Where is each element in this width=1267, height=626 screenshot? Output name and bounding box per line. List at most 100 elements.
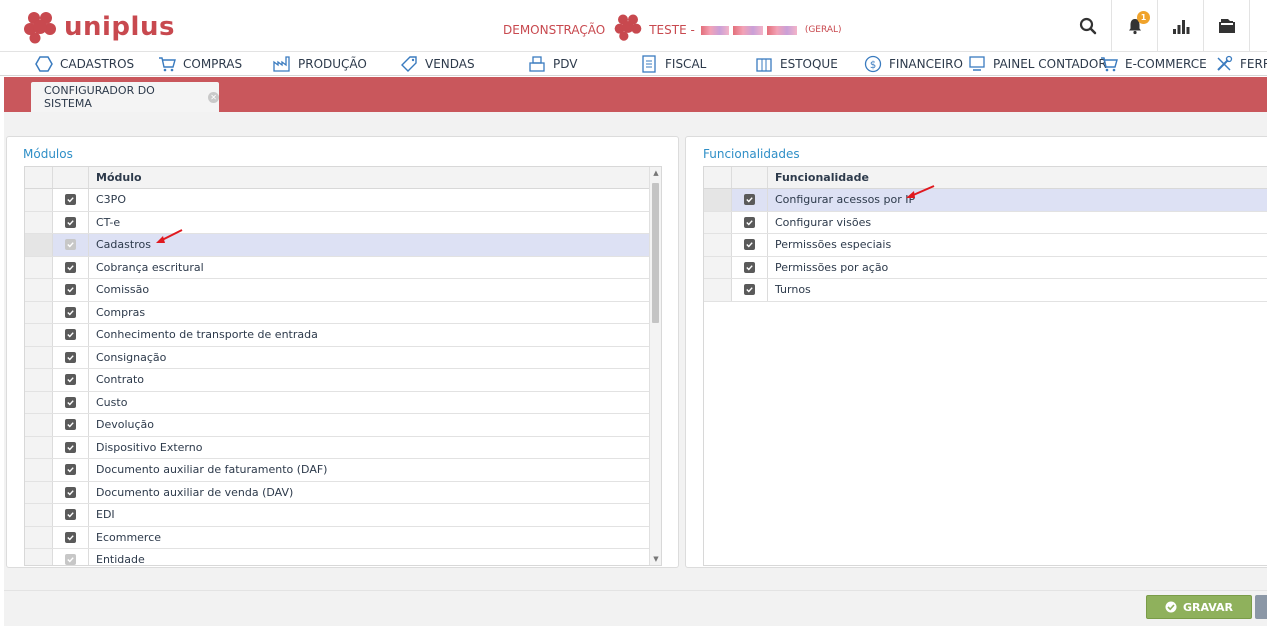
row-checkbox[interactable] [65, 261, 76, 273]
row-checkbox[interactable] [65, 509, 76, 521]
row-checkbox[interactable] [65, 239, 76, 251]
menu-item-compras[interactable]: COMPRAS [158, 52, 242, 76]
table-row[interactable]: Conhecimento de transporte de entrada [25, 324, 651, 347]
row-header-cell[interactable] [25, 234, 53, 256]
table-row[interactable]: Cobrança escritural [25, 256, 651, 279]
row-header-cell[interactable] [704, 256, 732, 278]
row-checkbox[interactable] [65, 194, 76, 206]
menu-item-pdv[interactable]: PDV [528, 52, 577, 76]
table-row[interactable]: Permissões por ação [704, 256, 1267, 279]
table-row[interactable]: C3PO [25, 189, 651, 212]
row-checkbox[interactable] [744, 216, 755, 228]
checkbox-cell[interactable] [53, 279, 89, 301]
checkbox-cell[interactable] [53, 391, 89, 413]
reports-button[interactable] [1157, 0, 1203, 52]
row-checkbox[interactable] [65, 486, 76, 498]
menu-item-cadastros[interactable]: CADASTROS [35, 52, 134, 76]
table-row[interactable]: Compras [25, 301, 651, 324]
row-checkbox[interactable] [65, 531, 76, 543]
checkbox-cell[interactable] [53, 234, 89, 256]
row-header-cell[interactable] [25, 256, 53, 278]
row-checkbox[interactable] [65, 306, 76, 318]
secondary-button[interactable] [1255, 595, 1267, 619]
checkbox-cell[interactable] [53, 189, 89, 211]
row-checkbox[interactable] [65, 554, 76, 565]
checkbox-cell[interactable] [732, 256, 768, 278]
menu-item-producao[interactable]: PRODUÇÃO [273, 52, 367, 76]
table-row[interactable]: Documento auxiliar de venda (DAV) [25, 481, 651, 504]
row-checkbox[interactable] [65, 216, 76, 228]
environment-info[interactable]: DEMONSTRAÇÃO TESTE - (GERAL) [503, 14, 842, 42]
checkbox-cell[interactable] [53, 504, 89, 526]
row-header-cell[interactable] [704, 211, 732, 233]
table-row[interactable]: Documento auxiliar de faturamento (DAF) [25, 459, 651, 482]
menu-item-estoque[interactable]: ESTOQUE [755, 52, 838, 76]
table-row[interactable]: Consignação [25, 346, 651, 369]
menu-item-e-commerce[interactable]: E-COMMERCE [1100, 52, 1207, 76]
row-header-cell[interactable] [25, 481, 53, 503]
checkbox-cell[interactable] [53, 526, 89, 548]
row-checkbox[interactable] [744, 261, 755, 273]
row-checkbox[interactable] [744, 194, 755, 206]
scroll-up-icon[interactable]: ▲ [650, 167, 661, 179]
row-header-cell[interactable] [25, 391, 53, 413]
row-header-cell[interactable] [25, 369, 53, 391]
menu-item-vendas[interactable]: VENDAS [400, 52, 475, 76]
table-row[interactable]: Comissão [25, 279, 651, 302]
checkbox-cell[interactable] [53, 369, 89, 391]
checkbox-cell[interactable] [732, 211, 768, 233]
row-checkbox[interactable] [65, 284, 76, 296]
row-checkbox[interactable] [744, 239, 755, 251]
table-row[interactable]: Entidade [25, 549, 651, 565]
row-header-cell[interactable] [25, 346, 53, 368]
table-row[interactable]: Turnos [704, 279, 1267, 302]
scroll-down-icon[interactable]: ▼ [650, 553, 661, 565]
table-row[interactable]: Custo [25, 391, 651, 414]
row-header-cell[interactable] [25, 526, 53, 548]
table-row[interactable]: CT-e [25, 211, 651, 234]
scroll-thumb[interactable] [652, 183, 659, 323]
column-header-modulo[interactable]: Módulo [89, 167, 651, 188]
row-checkbox[interactable] [65, 396, 76, 408]
table-row[interactable]: Cadastros [25, 234, 651, 257]
close-icon[interactable]: ✕ [208, 91, 219, 103]
row-header-cell[interactable] [25, 414, 53, 436]
row-header-cell[interactable] [704, 234, 732, 256]
checkbox-cell[interactable] [732, 189, 768, 211]
logo[interactable]: uniplus [22, 9, 175, 45]
row-header-cell[interactable] [704, 279, 732, 301]
save-button[interactable]: GRAVAR [1146, 595, 1252, 619]
checkbox-cell[interactable] [53, 436, 89, 458]
checkbox-cell[interactable] [53, 481, 89, 503]
row-checkbox[interactable] [65, 329, 76, 341]
table-row[interactable]: Devolução [25, 414, 651, 437]
row-header-cell[interactable] [25, 504, 53, 526]
menu-item-ferramentas[interactable]: FERRA [1215, 52, 1267, 76]
row-header-cell[interactable] [704, 189, 732, 211]
table-row[interactable]: EDI [25, 504, 651, 527]
row-header-cell[interactable] [25, 279, 53, 301]
table-row[interactable]: Contrato [25, 369, 651, 392]
row-checkbox[interactable] [744, 284, 755, 296]
column-header-funcionalidade[interactable]: Funcionalidade [768, 167, 1267, 188]
checkbox-cell[interactable] [53, 346, 89, 368]
checkbox-cell[interactable] [53, 549, 89, 565]
row-header-cell[interactable] [25, 211, 53, 233]
table-row[interactable]: Permissões especiais [704, 234, 1267, 257]
table-row[interactable]: Dispositivo Externo [25, 436, 651, 459]
checkbox-cell[interactable] [732, 234, 768, 256]
checkbox-cell[interactable] [53, 301, 89, 323]
row-checkbox[interactable] [65, 441, 76, 453]
table-row[interactable]: Configurar visões [704, 211, 1267, 234]
row-checkbox[interactable] [65, 419, 76, 431]
modules-scrollbar[interactable]: ▲ ▼ [649, 167, 661, 565]
row-header-cell[interactable] [25, 459, 53, 481]
row-header-cell[interactable] [25, 436, 53, 458]
folder-button[interactable] [1203, 0, 1249, 52]
row-header-cell[interactable] [25, 324, 53, 346]
row-checkbox[interactable] [65, 374, 76, 386]
checkbox-cell[interactable] [53, 459, 89, 481]
row-checkbox[interactable] [65, 351, 76, 363]
menu-item-financeiro[interactable]: $ FINANCEIRO [864, 52, 963, 76]
checkbox-cell[interactable] [53, 211, 89, 233]
